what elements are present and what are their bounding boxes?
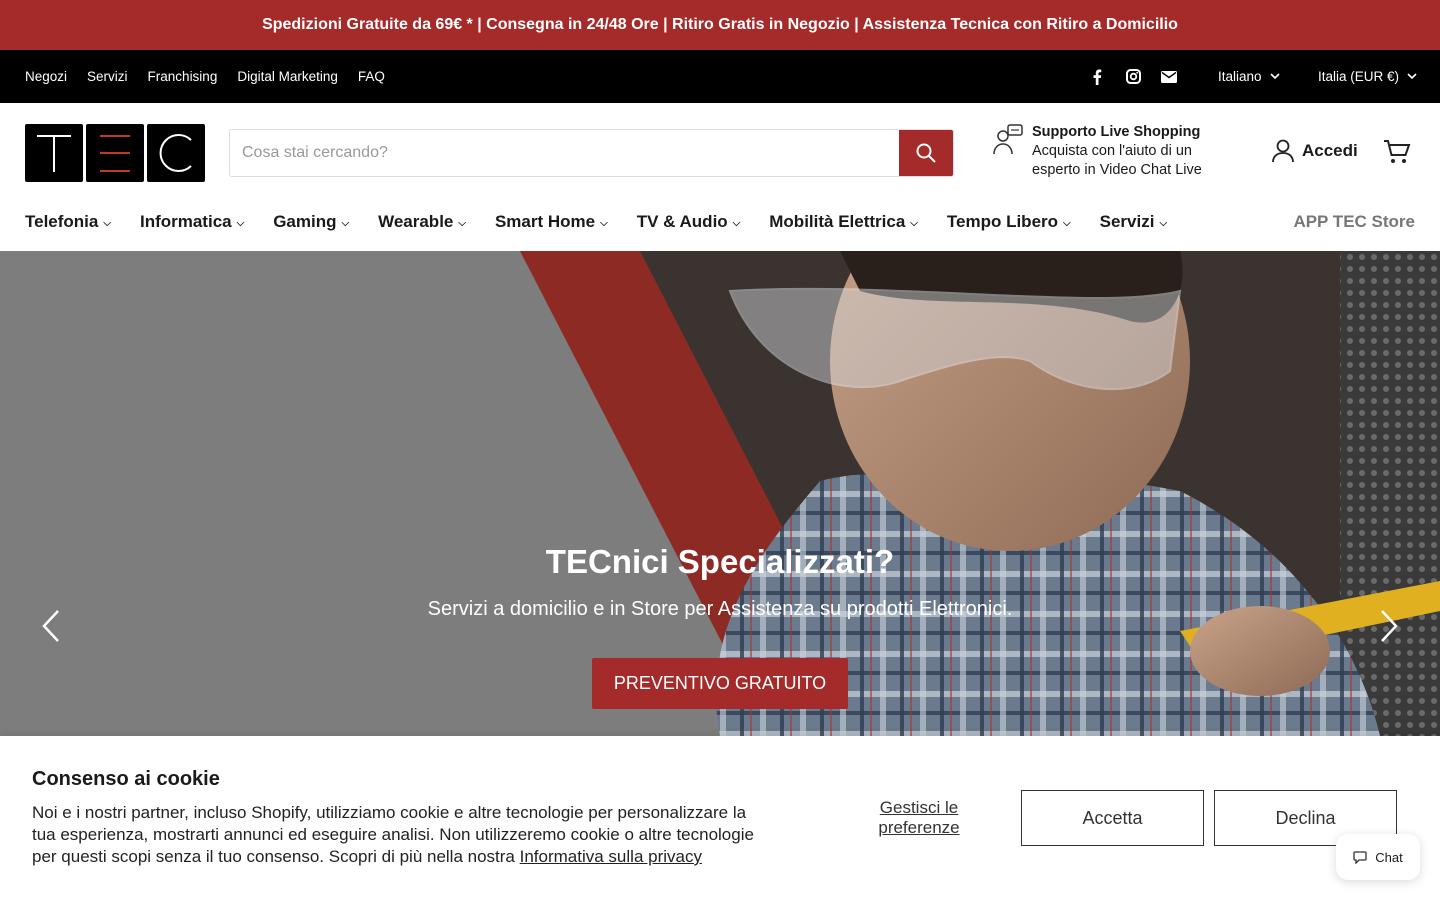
cart-button[interactable] bbox=[1383, 139, 1411, 170]
nav-items: Telefonia ⌵ Informatica ⌵ Gaming ⌵ Wearable… bbox=[25, 203, 1196, 241]
nav-label: Smart Home bbox=[494, 212, 596, 231]
chevron-down-icon: ⌵ bbox=[1063, 218, 1071, 229]
chevron-down-icon: ⌵ bbox=[1159, 218, 1168, 229]
utility-link-franchising[interactable]: Franchising bbox=[148, 69, 218, 84]
chat-label: Chat bbox=[1375, 849, 1403, 865]
live-shopping-support[interactable]: Supporto Live Shopping Acquista con l'ai… bbox=[992, 123, 1202, 180]
nav-item-gaming[interactable]: Gaming ⌵ bbox=[273, 212, 349, 232]
language-label: Italiano bbox=[1218, 69, 1262, 84]
utility-link-servizi[interactable]: Servizi bbox=[87, 69, 128, 84]
cart-icon bbox=[1384, 140, 1411, 163]
utility-link-faq[interactable]: FAQ bbox=[358, 69, 385, 84]
support-line-1: Acquista con l'aiuto di un bbox=[1032, 143, 1192, 159]
nav-label: Informatica bbox=[139, 212, 232, 231]
chevron-down-icon: ⌵ bbox=[341, 218, 350, 229]
facebook-icon[interactable] bbox=[1088, 68, 1106, 86]
nav-label: TV & Audio bbox=[636, 212, 728, 231]
chevron-down-icon: ⌵ bbox=[236, 218, 245, 229]
nav-item-mobilita-elettrica[interactable]: Mobilità Elettrica ⌵ bbox=[769, 212, 918, 232]
chevron-down-icon bbox=[1407, 73, 1417, 80]
instagram-icon[interactable] bbox=[1124, 68, 1142, 86]
cookie-body: Noi e i nostri partner, incluso Shopify,… bbox=[32, 802, 772, 868]
slider-prev-button[interactable] bbox=[38, 606, 68, 646]
email-icon[interactable] bbox=[1160, 68, 1178, 86]
main-navigation: Telefonia ⌵ Informatica ⌵ Gaming ⌵ Wearable… bbox=[0, 203, 1440, 251]
chevron-down-icon: ⌵ bbox=[732, 218, 741, 229]
utility-link-digital-marketing[interactable]: Digital Marketing bbox=[237, 69, 338, 84]
announcement-bar: Spedizioni Gratuite da 69€ * | Consegna … bbox=[0, 0, 1440, 50]
chevron-right-icon bbox=[1381, 610, 1398, 642]
chevron-down-icon: ⌵ bbox=[910, 218, 918, 229]
utility-links: Negozi Servizi Franchising Digital Marke… bbox=[25, 50, 385, 103]
logo-letter-t bbox=[25, 124, 83, 182]
cookie-consent-banner: Consenso ai cookie Noi e i nostri partne… bbox=[0, 736, 1440, 900]
nav-item-tempo-libero[interactable]: Tempo Libero ⌵ bbox=[947, 212, 1071, 232]
account-label: Accedi bbox=[1302, 141, 1358, 160]
search-bar bbox=[229, 129, 954, 177]
hero-title: TECnici Specializzati? bbox=[545, 543, 895, 580]
video-chat-agent-icon bbox=[993, 124, 1023, 155]
tec-logo[interactable] bbox=[25, 124, 205, 182]
logo-letter-e bbox=[86, 124, 144, 182]
accept-cookies-button[interactable]: Accetta bbox=[1021, 790, 1204, 846]
announcement-text: Spedizioni Gratuite da 69€ * | Consegna … bbox=[262, 16, 1178, 33]
nav-item-tv-audio[interactable]: TV & Audio ⌵ bbox=[637, 212, 741, 232]
nav-item-servizi[interactable]: Servizi ⌵ bbox=[1100, 212, 1167, 232]
nav-label: Tempo Libero bbox=[946, 212, 1059, 231]
support-title: Supporto Live Shopping bbox=[1032, 124, 1201, 140]
search-input[interactable] bbox=[230, 130, 899, 176]
privacy-policy-link[interactable]: Informativa sulla privacy bbox=[520, 847, 702, 866]
country-selector[interactable]: Italia (EUR €) bbox=[1318, 50, 1417, 103]
chevron-down-icon: ⌵ bbox=[103, 218, 111, 229]
utility-link-negozi[interactable]: Negozi bbox=[25, 69, 67, 84]
chevron-down-icon: ⌵ bbox=[458, 218, 466, 229]
logo-letter-c bbox=[147, 124, 205, 182]
slider-next-button[interactable] bbox=[1374, 606, 1404, 646]
hero-subtitle: Servizi a domicilio e in Store per Assis… bbox=[427, 598, 1013, 620]
nav-item-wearable[interactable]: Wearable ⌵ bbox=[378, 212, 466, 232]
free-quote-button[interactable]: PREVENTIVO GRATUITO bbox=[592, 658, 848, 709]
chevron-left-icon bbox=[42, 610, 59, 642]
search-icon bbox=[916, 143, 936, 163]
support-line-2: esperto in Video Chat Live bbox=[1032, 162, 1202, 178]
app-tec-store-link[interactable]: APP TEC Store bbox=[1293, 203, 1415, 241]
search-button[interactable] bbox=[899, 130, 953, 176]
site-header: Supporto Live Shopping Acquista con l'ai… bbox=[0, 103, 1440, 203]
nav-label: Wearable bbox=[378, 212, 454, 231]
nav-item-informatica[interactable]: Informatica ⌵ bbox=[140, 212, 244, 232]
country-label: Italia (EUR €) bbox=[1318, 69, 1400, 84]
chat-bubble-icon bbox=[1353, 851, 1367, 864]
language-selector[interactable]: Italiano bbox=[1218, 50, 1280, 103]
chevron-down-icon: ⌵ bbox=[600, 218, 608, 229]
chat-button[interactable]: Chat bbox=[1336, 834, 1420, 880]
nav-label: Servizi bbox=[1099, 212, 1155, 231]
user-icon bbox=[1272, 139, 1294, 163]
social-links bbox=[1088, 50, 1178, 103]
utility-bar: Negozi Servizi Franchising Digital Marke… bbox=[0, 50, 1440, 103]
nav-label: Telefonia bbox=[25, 212, 99, 231]
nav-item-telefonia[interactable]: Telefonia ⌵ bbox=[25, 212, 111, 232]
support-text: Supporto Live Shopping Acquista con l'ai… bbox=[1032, 123, 1202, 180]
hero-slider: TECnici Specializzati? Servizi a domicil… bbox=[0, 251, 1440, 736]
cookie-title: Consenso ai cookie bbox=[32, 768, 220, 790]
nav-item-smart-home[interactable]: Smart Home ⌵ bbox=[495, 212, 608, 232]
account-login[interactable]: Accedi bbox=[1272, 139, 1358, 163]
chevron-down-icon bbox=[1269, 73, 1280, 80]
nav-label: Gaming bbox=[273, 212, 337, 231]
manage-preferences-link[interactable]: Gestisci le preferenze bbox=[860, 798, 978, 838]
nav-label: Mobilità Elettrica bbox=[769, 212, 906, 231]
